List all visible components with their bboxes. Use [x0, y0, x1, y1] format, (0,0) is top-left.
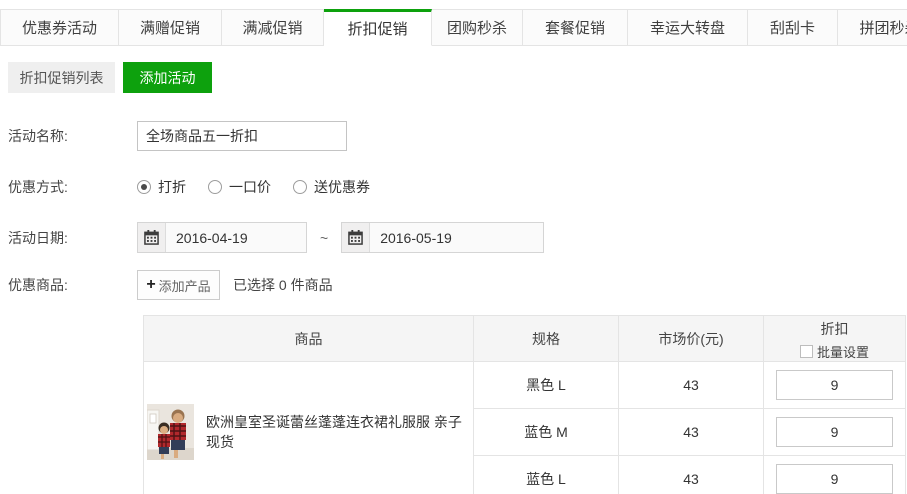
product-spec-table: 商品 规格 市场价(元) 折扣 批量设置 — [143, 315, 906, 494]
selected-count-text: 已选择 0 件商品 — [233, 275, 333, 295]
tab-pintuan-flash-sale[interactable]: 拼团秒杀 — [838, 9, 907, 46]
activity-form: 活动名称: 优惠方式: 打折 一口价 送优惠券 活动日期: — [8, 121, 907, 300]
spec-cell: 黑色 L — [474, 362, 619, 409]
col-header-spec: 规格 — [474, 316, 619, 362]
discount-header-text: 折扣 — [764, 319, 905, 339]
end-date-value: 2016-05-19 — [370, 223, 452, 252]
radio-selected-icon — [137, 180, 151, 194]
discount-cell — [764, 456, 906, 494]
price-cell: 43 — [619, 362, 764, 409]
activity-name-input[interactable] — [137, 121, 347, 151]
plus-icon: + — [146, 277, 155, 293]
radio-label: 打折 — [158, 177, 186, 197]
discount-input[interactable] — [776, 370, 893, 400]
start-date-value: 2016-04-19 — [166, 223, 248, 252]
calendar-icon[interactable] — [138, 223, 166, 252]
spec-cell: 蓝色 M — [474, 409, 619, 456]
tab-scratch-card[interactable]: 刮刮卡 — [748, 9, 838, 46]
radio-yikoujia[interactable]: 一口价 — [208, 177, 271, 197]
discount-promo-list-button[interactable]: 折扣促销列表 — [8, 62, 115, 93]
product-cell: 欧洲皇室圣诞蕾丝蓬蓬连衣裙礼服服 亲子现货 — [144, 362, 474, 494]
radio-songyouhuiquan[interactable]: 送优惠券 — [293, 177, 370, 197]
activity-name-label: 活动名称: — [8, 126, 137, 146]
promo-products-label: 优惠商品: — [8, 275, 137, 295]
end-date-input[interactable]: 2016-05-19 — [341, 222, 544, 253]
discount-input[interactable] — [776, 417, 893, 447]
table-header-row: 商品 规格 市场价(元) 折扣 批量设置 — [144, 316, 906, 362]
tab-lucky-wheel[interactable]: 幸运大转盘 — [628, 9, 748, 46]
discount-input[interactable] — [776, 464, 893, 494]
batch-set-checkbox[interactable] — [800, 345, 813, 358]
tab-package-promo[interactable]: 套餐促销 — [523, 9, 628, 46]
promotion-tabbar: 优惠券活动 满赠促销 满减促销 折扣促销 团购秒杀 套餐促销 幸运大转盘 刮刮卡… — [0, 9, 907, 46]
add-activity-button[interactable]: 添加活动 — [123, 62, 212, 93]
col-header-discount: 折扣 批量设置 — [764, 316, 906, 362]
col-header-price: 市场价(元) — [619, 316, 764, 362]
price-cell: 43 — [619, 409, 764, 456]
table-row: 欧洲皇室圣诞蕾丝蓬蓬连衣裙礼服服 亲子现货 黑色 L 43 — [144, 362, 906, 409]
add-product-button-label: 添加产品 — [159, 276, 211, 295]
radio-unselected-icon — [293, 180, 307, 194]
price-cell: 43 — [619, 456, 764, 494]
product-image — [147, 404, 194, 460]
add-product-button[interactable]: + 添加产品 — [137, 270, 220, 300]
tab-coupon-activity[interactable]: 优惠券活动 — [0, 9, 119, 46]
activity-date-label: 活动日期: — [8, 228, 137, 248]
tab-discount-promo[interactable]: 折扣促销 — [324, 9, 432, 46]
batch-set-label: 批量设置 — [817, 342, 869, 361]
radio-dazhe[interactable]: 打折 — [137, 177, 186, 197]
product-name: 欧洲皇室圣诞蕾丝蓬蓬连衣裙礼服服 亲子现货 — [206, 412, 473, 452]
col-header-product: 商品 — [144, 316, 474, 362]
discount-method-label: 优惠方式: — [8, 177, 137, 197]
tab-full-gift-promo[interactable]: 满赠促销 — [119, 9, 222, 46]
discount-cell — [764, 362, 906, 409]
tab-group-flash-sale[interactable]: 团购秒杀 — [432, 9, 523, 46]
discount-cell — [764, 409, 906, 456]
discount-method-radio-group: 打折 一口价 送优惠券 — [137, 177, 392, 197]
tab-full-reduction-promo[interactable]: 满减促销 — [222, 9, 324, 46]
start-date-input[interactable]: 2016-04-19 — [137, 222, 307, 253]
subnav: 折扣促销列表 添加活动 — [8, 62, 907, 93]
calendar-icon[interactable] — [342, 223, 370, 252]
radio-label: 一口价 — [229, 177, 271, 197]
date-range-separator: ~ — [320, 230, 328, 246]
spec-cell: 蓝色 L — [474, 456, 619, 494]
radio-label: 送优惠券 — [314, 177, 370, 197]
radio-unselected-icon — [208, 180, 222, 194]
